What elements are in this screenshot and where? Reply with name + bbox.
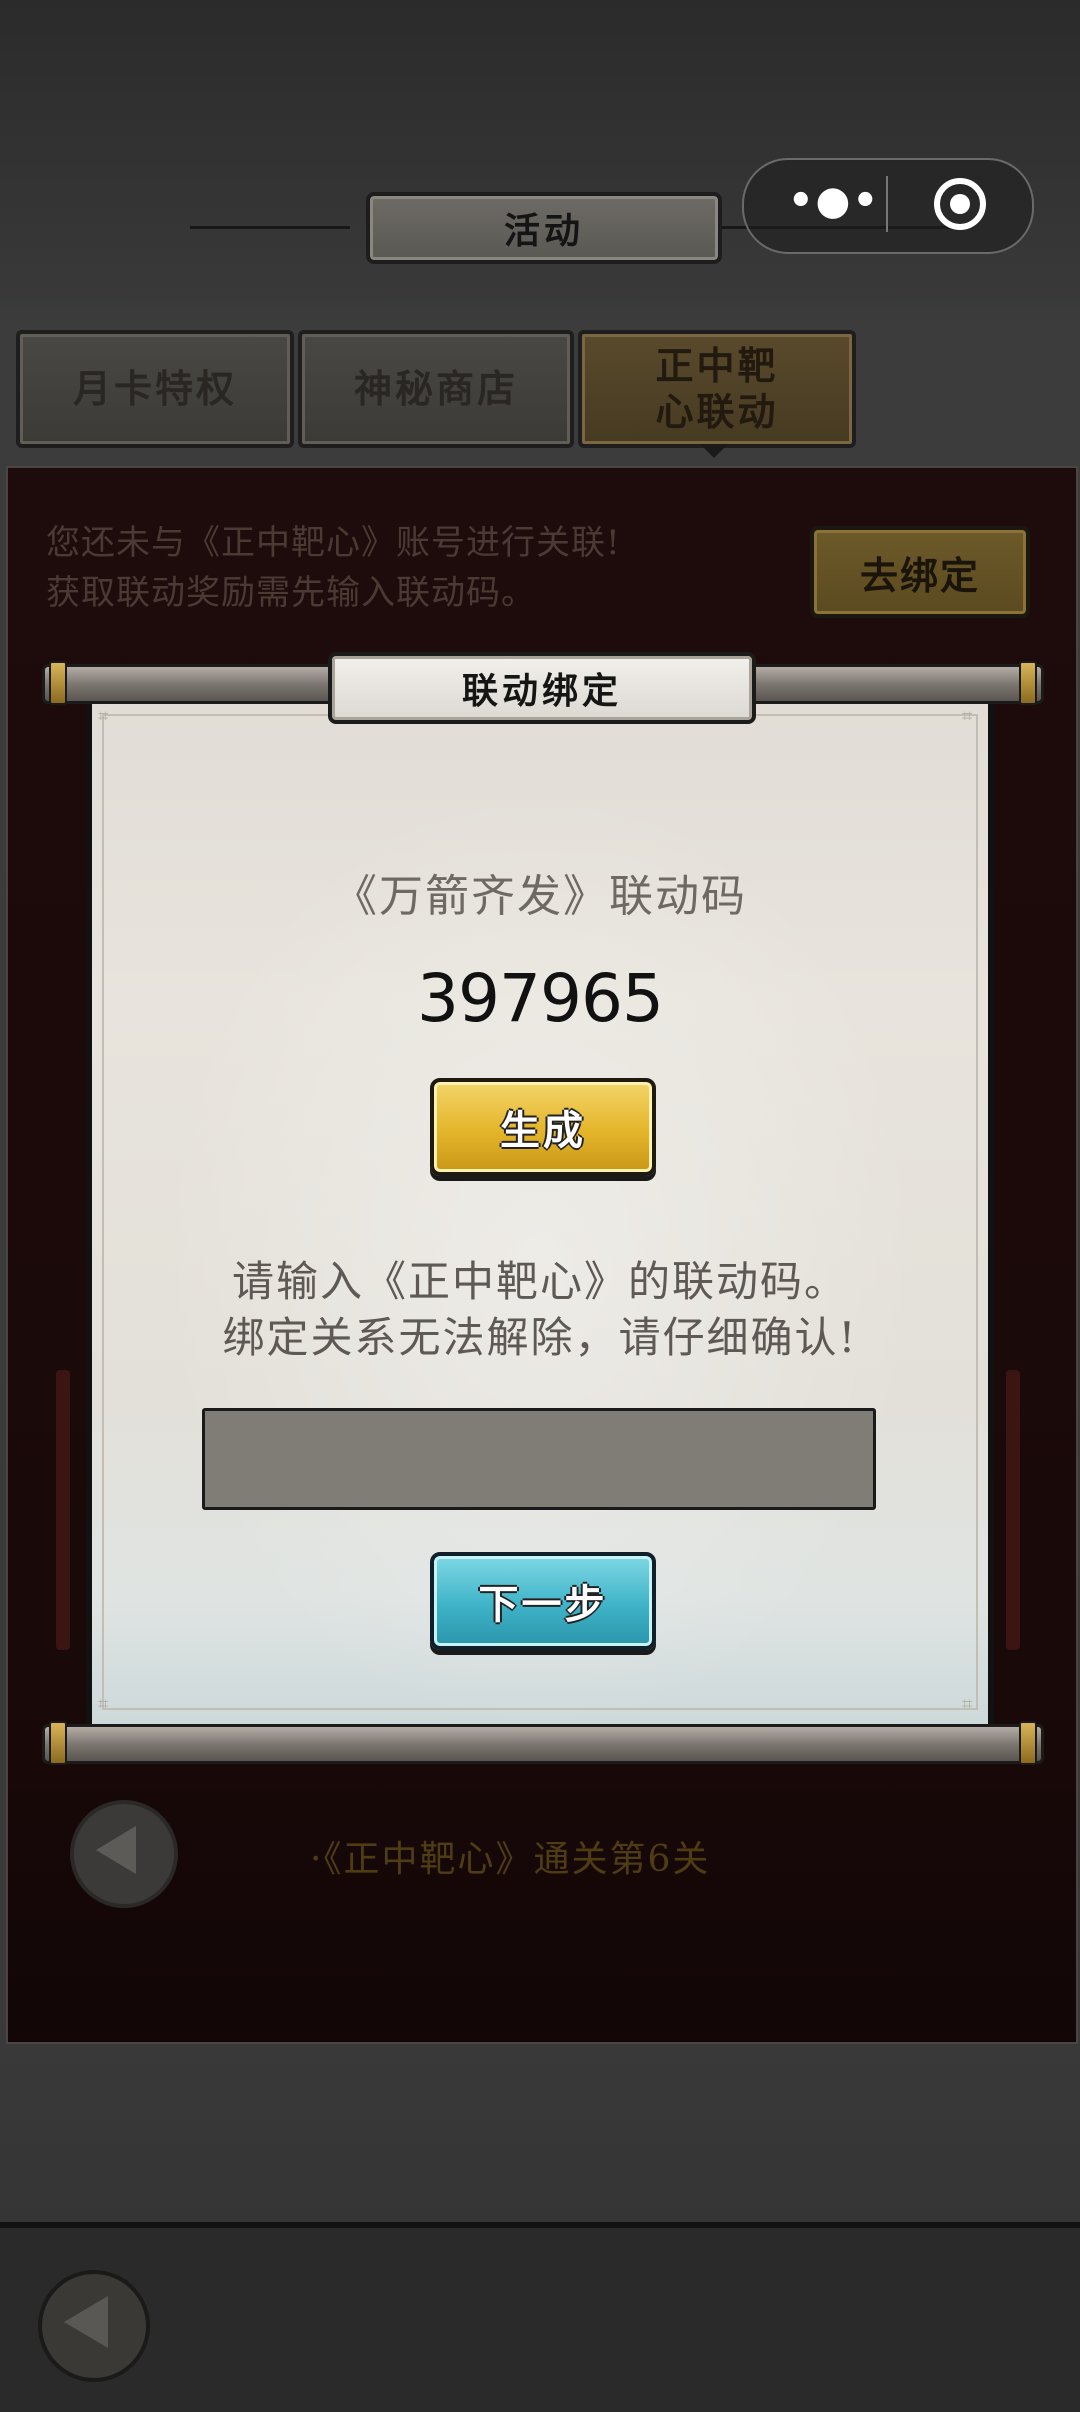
tab-monthly-card[interactable]: 月卡特权 — [16, 330, 294, 448]
instruction-line2: 绑定关系无法解除，请仔细确认! — [222, 1313, 858, 1362]
scroll-rod-bottom — [42, 1721, 1044, 1765]
side-decoration-right — [1006, 1370, 1020, 1650]
instruction-text: 请输入《正中靶心》的联动码。 绑定关系无法解除，请仔细确认! — [86, 1254, 994, 1366]
corner-ornament-icon: ⌗ — [962, 706, 973, 727]
bottom-bar — [0, 2228, 1080, 2412]
bind-notice-line1: 您还未与《正中靶心》账号进行关联! — [46, 523, 621, 563]
side-decoration-left — [56, 1370, 70, 1650]
corner-ornament-icon: ⌗ — [98, 706, 109, 727]
tab-mystery-shop[interactable]: 神秘商店 — [298, 330, 574, 448]
more-dots-icon[interactable]: •●• — [784, 181, 884, 224]
rod-cap — [49, 661, 67, 705]
back-arrow-icon — [96, 1826, 136, 1874]
tab-collab[interactable]: 正中靶心联动 — [578, 330, 856, 448]
generate-button[interactable]: 生成 — [430, 1078, 656, 1176]
collab-code-input[interactable] — [202, 1408, 876, 1510]
rod-cap — [1019, 1721, 1037, 1765]
instruction-line1: 请输入《正中靶心》的联动码。 — [231, 1257, 848, 1306]
page-title: 活动 — [366, 192, 722, 264]
header-divider-left — [190, 226, 350, 229]
collab-code-value: 397965 — [417, 960, 664, 1037]
corner-ornament-icon: ⌗ — [98, 1694, 109, 1715]
back-arrow-icon — [64, 2296, 108, 2348]
bind-notice-line2: 获取联动奖励需先输入联动码。 — [46, 573, 536, 613]
corner-ornament-icon: ⌗ — [962, 1694, 973, 1715]
collab-code-label: 《万箭齐发》联动码 — [333, 871, 747, 922]
active-tab-pointer — [700, 444, 728, 458]
capsule-divider — [886, 176, 888, 232]
modal-title: 联动绑定 — [328, 652, 756, 724]
next-step-button[interactable]: 下一步 — [430, 1552, 656, 1650]
tab-collab-label: 正中靶心联动 — [655, 343, 779, 434]
task-text: ·《正中靶心》通关第6关 — [310, 1839, 711, 1880]
rod-cap — [49, 1721, 67, 1765]
bind-notice: 您还未与《正中靶心》账号进行关联! 获取联动奖励需先输入联动码。 — [46, 518, 746, 618]
rod-cap — [1019, 661, 1037, 705]
target-icon-dot — [950, 194, 970, 214]
go-bind-button[interactable]: 去绑定 — [810, 526, 1030, 618]
